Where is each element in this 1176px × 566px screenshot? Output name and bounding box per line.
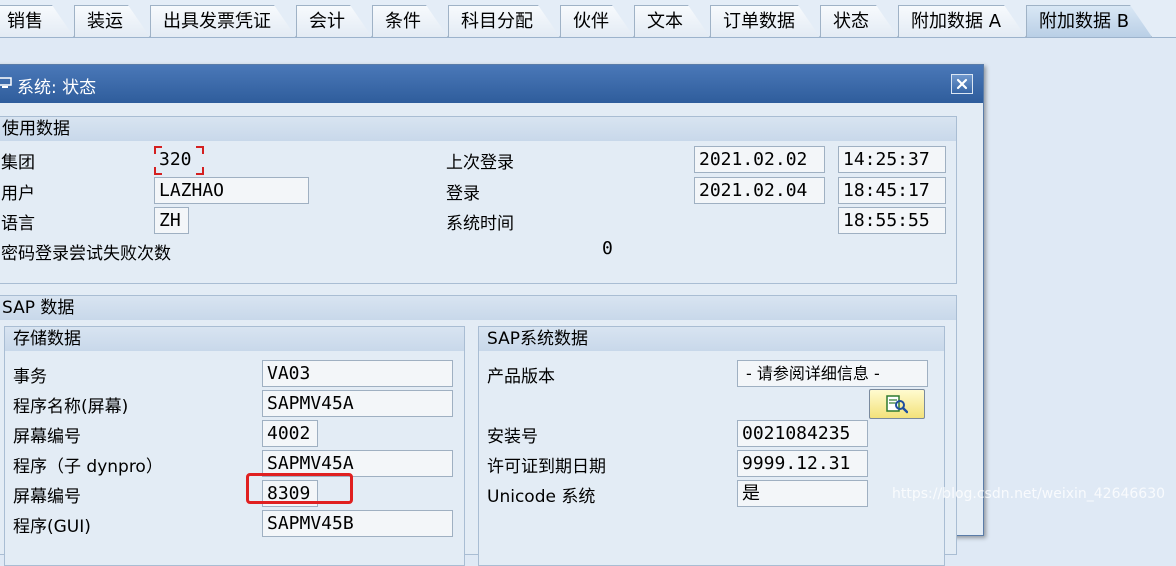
program-screen-field[interactable]: SAPMV45A — [262, 390, 453, 417]
license-expiry-label: 许可证到期日期 — [487, 457, 606, 477]
details-icon — [886, 395, 908, 414]
sub-program-label: 程序（子 dynpro） — [13, 457, 163, 477]
required-marker — [154, 146, 162, 154]
tab-billing-document[interactable]: 出具发票凭证 — [150, 5, 296, 37]
tab-label: 装运 — [87, 11, 123, 32]
sub-screen-number-label: 屏幕编号 — [13, 487, 81, 507]
usage-data-header: 使用数据 — [0, 117, 956, 141]
close-button[interactable] — [951, 74, 973, 94]
tab-additional-data-b[interactable]: 附加数据 B — [1026, 5, 1152, 37]
transaction-field[interactable]: VA03 — [262, 360, 453, 387]
system-time-label: 系统时间 — [446, 214, 514, 234]
tab-additional-data-a[interactable]: 附加数据 A — [898, 5, 1026, 37]
close-icon — [956, 78, 968, 90]
program-screen-label: 程序名称(屏幕) — [13, 397, 129, 417]
repository-data-header: 存储数据 — [5, 327, 464, 351]
details-button[interactable] — [869, 389, 925, 419]
sap-system-data-group: SAP系统数据 产品版本 - 请参阅详细信息 - 安装号 0021084235 … — [478, 326, 945, 566]
product-version-field[interactable]: - 请参阅详细信息 - — [737, 360, 928, 387]
tab-label: 状态 — [833, 11, 869, 32]
failed-logons-label: 密码登录尝试失败次数 — [1, 244, 171, 264]
user-field[interactable]: LAZHAO — [154, 177, 309, 204]
tab-shipping[interactable]: 装运 — [74, 5, 150, 37]
logon-date-field[interactable]: 2021.02.04 — [694, 177, 825, 204]
tab-status[interactable]: 状态 — [820, 5, 898, 37]
tab-order-data[interactable]: 订单数据 — [710, 5, 820, 37]
tab-label: 文本 — [647, 11, 683, 32]
client-label: 集团 — [1, 153, 35, 173]
language-field[interactable]: ZH — [154, 207, 189, 234]
gui-program-field[interactable]: SAPMV45B — [262, 510, 453, 537]
sap-system-data-header: SAP系统数据 — [479, 327, 944, 351]
tab-label: 出具发票凭证 — [163, 11, 271, 32]
tab-strip-divider — [0, 37, 1176, 38]
tab-accounting[interactable]: 会计 — [296, 5, 372, 37]
tab-label: 附加数据 A — [911, 11, 1002, 32]
dialog-title-bar[interactable]: 系统: 状态 — [0, 65, 983, 103]
tab-texts[interactable]: 文本 — [634, 5, 710, 37]
system-icon — [0, 77, 12, 88]
system-time-field[interactable]: 18:55:55 — [838, 207, 946, 234]
required-marker — [196, 167, 204, 175]
screen-number-field[interactable]: 4002 — [262, 420, 318, 447]
unicode-field[interactable]: 是 — [737, 480, 868, 507]
product-version-label: 产品版本 — [487, 367, 555, 387]
user-label: 用户 — [1, 184, 35, 204]
tab-label: 伙伴 — [573, 11, 609, 32]
usage-data-group: 使用数据 集团 320 用户 LAZHAO 语言 ZH 密码登录尝试失败次数 0… — [0, 116, 957, 284]
tab-strip: 销售 装运 出具发票凭证 会计 条件 科目分配 伙伴 文本 订单数据 状态 附加… — [0, 0, 1176, 38]
tab-label: 销售 — [7, 11, 43, 32]
required-marker — [154, 167, 162, 175]
tab-partners[interactable]: 伙伴 — [560, 5, 634, 37]
sap-data-group: SAP 数据 存储数据 事务 VA03 程序名称(屏幕) SAPMV45A 屏幕… — [0, 295, 957, 566]
system-status-dialog: 系统: 状态 使用数据 集团 320 用户 LAZHAO 语言 ZH 密码登录尝… — [0, 64, 984, 566]
repository-data-group: 存储数据 事务 VA03 程序名称(屏幕) SAPMV45A 屏幕编号 4002… — [4, 326, 465, 566]
sap-data-header: SAP 数据 — [0, 296, 956, 320]
transaction-label: 事务 — [13, 367, 47, 387]
highlight-box — [246, 473, 353, 504]
dialog-title: 系统: 状态 — [17, 78, 97, 98]
tab-label: 条件 — [385, 11, 421, 32]
screen-number-label: 屏幕编号 — [13, 427, 81, 447]
logon-label: 登录 — [446, 184, 480, 204]
watermark: https://blog.csdn.net/weixin_42646630 — [892, 486, 1166, 502]
unicode-label: Unicode 系统 — [487, 487, 596, 507]
failed-logons-value: 0 — [602, 238, 613, 259]
last-logon-time-field[interactable]: 14:25:37 — [838, 146, 946, 173]
tab-label: 科目分配 — [461, 11, 533, 32]
tab-sales[interactable]: 销售 — [0, 5, 74, 37]
last-logon-label: 上次登录 — [446, 153, 514, 173]
logon-time-field[interactable]: 18:45:17 — [838, 177, 946, 204]
language-label: 语言 — [1, 214, 35, 234]
tab-label: 附加数据 B — [1039, 11, 1130, 32]
required-marker — [196, 146, 204, 154]
last-logon-date-field[interactable]: 2021.02.02 — [694, 146, 825, 173]
tab-label: 订单数据 — [723, 11, 795, 32]
tab-label: 会计 — [309, 11, 345, 32]
license-expiry-field[interactable]: 9999.12.31 — [737, 450, 868, 477]
installation-label: 安装号 — [487, 427, 538, 447]
tab-account-assignment[interactable]: 科目分配 — [448, 5, 560, 37]
gui-program-label: 程序(GUI) — [13, 517, 91, 537]
tab-conditions[interactable]: 条件 — [372, 5, 448, 37]
installation-field[interactable]: 0021084235 — [737, 420, 868, 447]
